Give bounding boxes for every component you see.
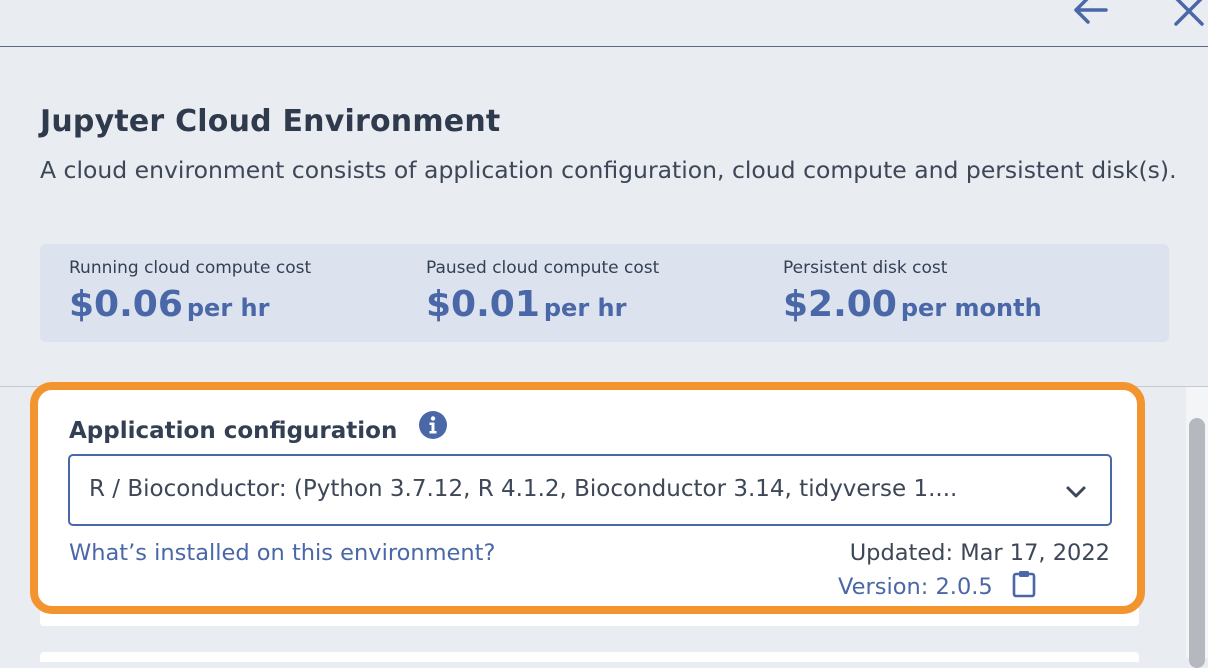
back-button[interactable] (1068, 0, 1112, 34)
disk-cost-unit: per month (900, 294, 1042, 322)
application-config-select[interactable]: R / Bioconductor: (Python 3.7.12, R 4.1.… (68, 454, 1112, 526)
running-cost-label: Running cloud compute cost (69, 258, 312, 278)
chevron-down-icon (1066, 486, 1086, 498)
next-card-edge (40, 652, 1139, 662)
close-icon (1174, 0, 1204, 26)
version-link[interactable]: Version: 2.0.5 (838, 574, 993, 600)
disk-cost: Persistent disk cost $2.00 per month (783, 258, 1042, 325)
page-description: A cloud environment consists of applicat… (40, 156, 1177, 184)
whats-installed-link[interactable]: What’s installed on this environment? (69, 540, 495, 566)
application-configuration-card: Application configuration R / Bioconduct… (30, 382, 1145, 614)
clipboard-icon[interactable] (1012, 570, 1036, 598)
info-icon[interactable] (418, 410, 448, 440)
application-configuration-label: Application configuration (69, 418, 398, 444)
scrollbar-thumb[interactable] (1189, 418, 1205, 668)
version-row: Version: 2.0.5 (838, 570, 1036, 600)
paused-cost-unit: per hr (543, 294, 627, 322)
cost-summary: Running cloud compute cost $0.06 per hr P… (40, 244, 1169, 342)
application-config-selected-value: R / Bioconductor: (Python 3.7.12, R 4.1.… (89, 476, 958, 502)
updated-date: Updated: Mar 17, 2022 (849, 540, 1110, 566)
disk-cost-amount: $2.00 (783, 284, 897, 325)
top-bar (0, 0, 1208, 47)
close-button[interactable] (1168, 0, 1208, 34)
paused-cost-label: Paused cloud compute cost (426, 258, 660, 278)
running-cost-unit: per hr (186, 294, 270, 322)
paused-cost: Paused cloud compute cost $0.01 per hr (426, 258, 659, 325)
page-title: Jupyter Cloud Environment (40, 104, 501, 139)
running-cost: Running cloud compute cost $0.06 per hr (69, 258, 311, 325)
running-cost-amount: $0.06 (69, 284, 183, 325)
arrow-left-icon (1074, 0, 1108, 24)
paused-cost-amount: $0.01 (426, 284, 540, 325)
disk-cost-label: Persistent disk cost (783, 258, 948, 278)
